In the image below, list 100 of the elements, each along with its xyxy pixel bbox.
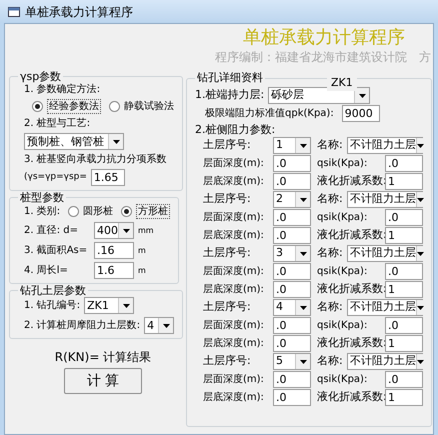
text-field[interactable]: 1 xyxy=(385,335,423,352)
label: qsik(Kpa): xyxy=(317,373,368,387)
text-field[interactable]: .0 xyxy=(273,227,311,244)
window-icon xyxy=(8,6,21,18)
label: 层底深度(m): xyxy=(203,174,265,189)
text-field[interactable]: .16 xyxy=(94,242,134,259)
dropdown[interactable]: ZK1 xyxy=(84,297,134,314)
caret-icon xyxy=(416,246,424,261)
caret-icon xyxy=(118,223,133,238)
credit-text: 程序编制：福建省龙海市建筑设计院 方 xyxy=(215,49,431,65)
radio-option[interactable]: 静载试验法 xyxy=(109,99,174,114)
text-field[interactable]: .0 xyxy=(273,389,311,406)
label: (γs=γp=γsp= xyxy=(24,171,87,184)
text-field[interactable]: 1 xyxy=(385,227,423,244)
caret-icon xyxy=(416,300,424,315)
text-field[interactable]: 9000 xyxy=(342,105,380,122)
calculate-button[interactable]: 计 算 xyxy=(64,368,142,394)
group-title: 钻孔土层参数 xyxy=(19,284,87,297)
dropdown[interactable]: 5 xyxy=(273,353,311,370)
text-field[interactable]: .0 xyxy=(385,317,423,334)
label: m xyxy=(138,265,146,277)
label: 土层序号: xyxy=(203,137,252,154)
label: 土层序号: xyxy=(203,245,252,262)
dropdown[interactable]: 不计阻力土层 xyxy=(347,191,423,208)
caret-icon xyxy=(354,88,370,103)
label: 名称: xyxy=(317,191,344,208)
caret-icon xyxy=(108,134,123,149)
label: 3. 截面积As= xyxy=(24,244,88,257)
text-field[interactable]: .0 xyxy=(385,371,423,388)
caret-icon xyxy=(295,138,310,153)
label: m xyxy=(138,245,146,257)
caret-icon xyxy=(118,298,134,313)
text-field[interactable]: .0 xyxy=(273,173,311,190)
group-title: 桩型参数 xyxy=(19,191,65,204)
label: 名称: xyxy=(317,353,344,370)
text-field[interactable]: .0 xyxy=(273,209,311,226)
dropdown[interactable]: 3 xyxy=(273,245,311,262)
label: 3. 桩基竖向承载力抗力分项系数 xyxy=(24,153,168,166)
dropdown[interactable]: 4 xyxy=(273,299,311,316)
label: 1. 参数确定方法: xyxy=(24,83,102,96)
caret-icon xyxy=(295,246,310,261)
label: 层面深度(m): xyxy=(203,264,265,279)
label: 层底深度(m): xyxy=(203,336,265,351)
label: 1. 类别: xyxy=(24,205,60,218)
text-field[interactable]: .0 xyxy=(273,317,311,334)
dropdown[interactable]: 砾砂层 xyxy=(268,87,370,104)
dropdown[interactable]: 2 xyxy=(273,191,311,208)
text-field[interactable]: .0 xyxy=(273,335,311,352)
label: 1. 钻孔编号: xyxy=(24,299,80,312)
text-field[interactable]: .0 xyxy=(385,263,423,280)
text-field[interactable]: .0 xyxy=(385,155,423,172)
label: qsik(Kpa): xyxy=(317,211,368,225)
caret-icon xyxy=(416,138,424,153)
dropdown[interactable]: 不计阻力土层 xyxy=(347,245,423,262)
text-field[interactable]: .0 xyxy=(273,155,311,172)
text-field[interactable]: .0 xyxy=(273,371,311,388)
dropdown[interactable]: 4 xyxy=(144,317,174,334)
label: 2. 桩型与工艺: xyxy=(24,117,92,130)
label: 土层序号: xyxy=(203,191,252,208)
label: 层面深度(m): xyxy=(203,156,265,171)
label: qsik(Kpa): xyxy=(317,265,368,279)
caret-icon xyxy=(295,354,310,369)
caret-icon xyxy=(416,354,424,369)
caret-icon xyxy=(295,192,310,207)
text-field[interactable]: .0 xyxy=(385,209,423,226)
label: 4. 周长l= xyxy=(24,264,69,277)
label: 极限端阻力标准值qpk(Kpa): xyxy=(205,106,334,121)
label: qsik(Kpa): xyxy=(317,157,368,171)
label: 2. 计算桩周摩阻力土层数: xyxy=(24,319,140,332)
dropdown[interactable]: 400 xyxy=(94,222,134,239)
group-title: 钻孔详细资料 xyxy=(196,70,264,86)
label: 层面深度(m): xyxy=(203,372,265,387)
text-field[interactable]: 1 xyxy=(385,389,423,406)
label: 层面深度(m): xyxy=(203,318,265,333)
caret-icon xyxy=(416,192,424,207)
text-field[interactable]: 1 xyxy=(385,281,423,298)
radio-option[interactable]: 圆形桩 xyxy=(68,205,114,218)
text-field[interactable]: 1.65 xyxy=(90,169,125,186)
label: 层底深度(m): xyxy=(203,390,265,405)
text-field[interactable]: .0 xyxy=(273,263,311,280)
label: 土层序号: xyxy=(203,353,252,370)
dropdown[interactable]: 不计阻力土层 xyxy=(347,299,423,316)
label: mm xyxy=(138,225,154,237)
dropdown[interactable]: 1 xyxy=(273,137,311,154)
label: 土层序号: xyxy=(203,299,252,316)
label: 名称: xyxy=(317,245,344,262)
label: 层底深度(m): xyxy=(203,228,265,243)
result-text: R(KN)= 计算结果 xyxy=(54,349,152,365)
program-title: 单桩承载力计算程序 xyxy=(243,26,406,49)
label: qsik(Kpa): xyxy=(317,319,368,333)
caret-icon xyxy=(295,300,310,315)
label: 2. 直径: d= xyxy=(24,224,79,237)
text-field[interactable]: 1 xyxy=(385,173,423,190)
caret-icon xyxy=(158,318,174,333)
text-field[interactable]: .0 xyxy=(273,281,311,298)
dropdown[interactable]: 不计阻力土层 xyxy=(347,137,423,154)
text-field[interactable]: 1.6 xyxy=(94,262,134,279)
dropdown[interactable]: 预制桩、钢管桩 xyxy=(24,133,124,150)
group-title: γsp参数 xyxy=(19,70,62,83)
dropdown[interactable]: 不计阻力土层 xyxy=(347,353,423,370)
